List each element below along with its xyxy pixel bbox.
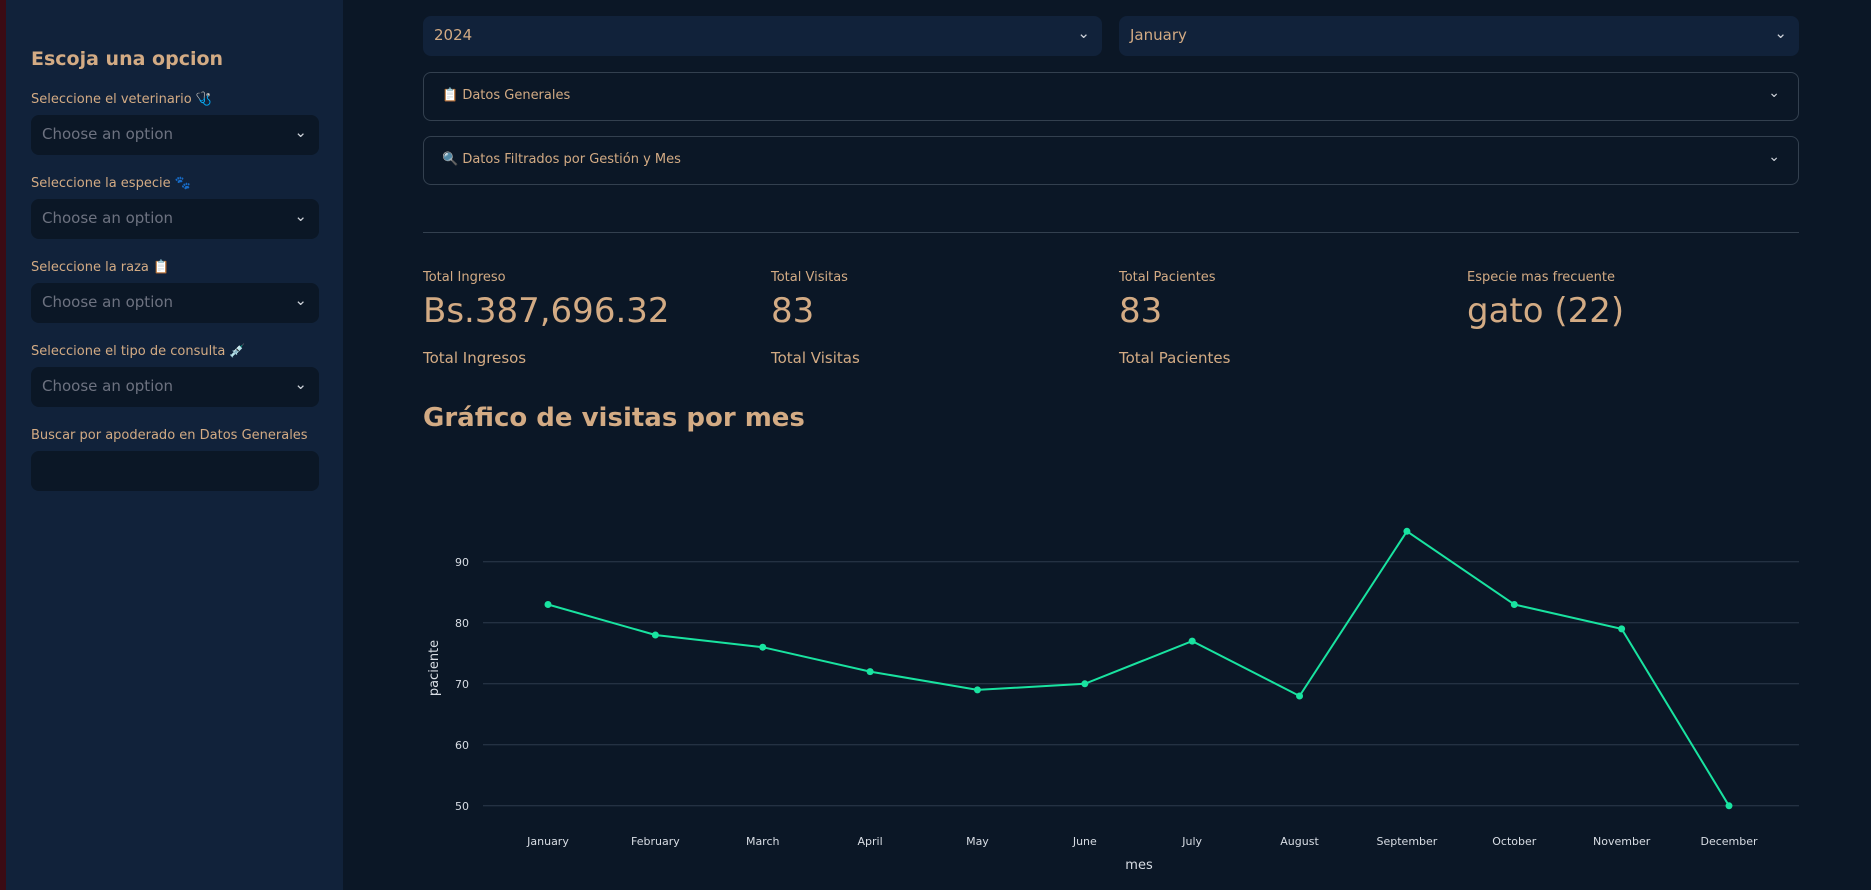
- data-point: [1403, 527, 1411, 535]
- x-tick-label: September: [1377, 835, 1438, 848]
- data-point: [1188, 637, 1196, 645]
- data-point: [1618, 625, 1626, 633]
- visits-line-chart: 50 60 70 80 90 January February March April May Ju…: [427, 527, 1799, 873]
- x-tick-label: January: [526, 835, 569, 848]
- y-tick-label: 50: [455, 800, 469, 813]
- x-tick-label: November: [1593, 835, 1651, 848]
- data-point: [1510, 601, 1518, 608]
- x-tick-label: April: [858, 835, 883, 848]
- y-tick-label: 60: [455, 739, 469, 752]
- y-tick-label: 90: [455, 556, 469, 569]
- data-point: [544, 601, 552, 608]
- x-tick-label: May: [966, 835, 989, 848]
- x-axis-label: mes: [1125, 858, 1153, 873]
- data-point: [1081, 680, 1089, 688]
- x-tick-label: July: [1181, 835, 1202, 848]
- series-line: [547, 529, 1730, 807]
- data-point: [973, 686, 981, 694]
- x-tick-label: March: [746, 835, 780, 848]
- y-axis-label: paciente: [427, 640, 442, 696]
- data-point: [1725, 802, 1733, 810]
- data-point: [651, 631, 659, 639]
- x-tick-label: August: [1280, 835, 1319, 848]
- data-point: [759, 643, 767, 651]
- y-tick-label: 80: [455, 617, 469, 630]
- data-point: [1296, 692, 1304, 700]
- x-tick-label: October: [1492, 835, 1536, 848]
- y-tick-label: 70: [455, 678, 469, 691]
- x-tick-label: February: [631, 835, 680, 848]
- x-tick-label: June: [1072, 835, 1097, 848]
- x-tick-label: December: [1700, 835, 1758, 848]
- data-point: [866, 668, 874, 676]
